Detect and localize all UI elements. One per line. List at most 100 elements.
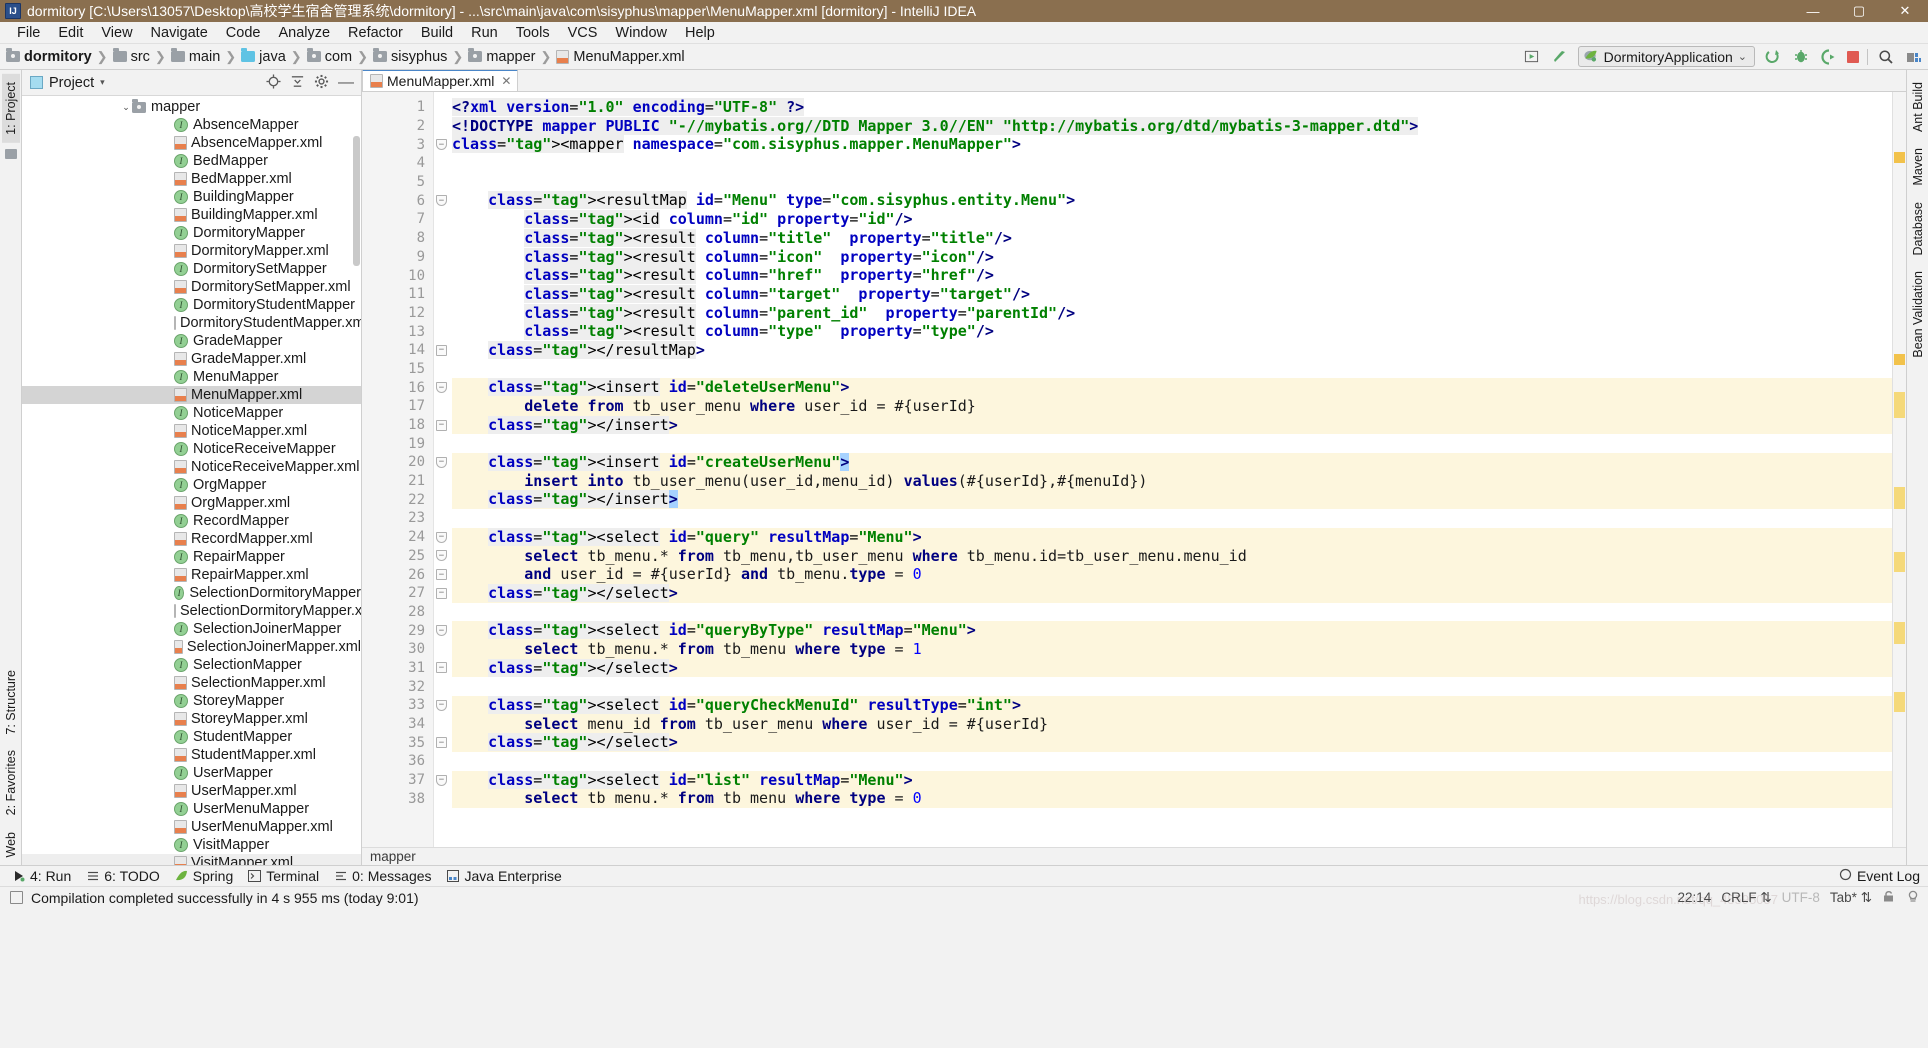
- breadcrumb-com[interactable]: com ❯: [306, 48, 373, 65]
- code-line[interactable]: select tb_menu.* from tb_menu,tb_user_me…: [452, 546, 1892, 566]
- code-line[interactable]: class="tag"></resultMap>: [452, 340, 1892, 360]
- tree-node[interactable]: I SelectionJoinerMapper: [22, 620, 361, 638]
- tree-node-selected[interactable]: MenuMapper.xml: [22, 386, 361, 404]
- code-line[interactable]: class="tag"></select>: [452, 658, 1892, 678]
- tool-tab-database[interactable]: Database: [1909, 194, 1927, 264]
- menu-item-navigate[interactable]: Navigate: [142, 24, 217, 42]
- event-log-button[interactable]: Event Log: [1839, 868, 1920, 884]
- tree-node[interactable]: SelectionJoinerMapper.xml: [22, 638, 361, 656]
- search-icon[interactable]: [1876, 47, 1896, 67]
- code-line[interactable]: class="tag"><select id="queryCheckMenuId…: [452, 696, 1892, 715]
- code-line[interactable]: class="tag"></select>: [452, 583, 1892, 603]
- tool-tab-favorites[interactable]: 2: Favorites: [2, 742, 20, 823]
- maximize-button[interactable]: ▢: [1836, 0, 1882, 22]
- folder-icon[interactable]: [4, 148, 17, 159]
- tool-tab-structure[interactable]: 7: Structure: [2, 662, 20, 743]
- tree-node[interactable]: I BedMapper: [22, 152, 361, 170]
- menu-item-edit[interactable]: Edit: [49, 24, 92, 42]
- breadcrumb-java[interactable]: java ❯: [241, 48, 307, 65]
- code-line[interactable]: [452, 509, 1892, 528]
- code-content[interactable]: <?xml version="1.0" encoding="UTF-8" ?> <…: [434, 92, 1892, 847]
- close-icon[interactable]: ✕: [501, 74, 511, 88]
- code-line[interactable]: class="tag"><id column="id" property="id…: [452, 210, 1892, 229]
- build-icon[interactable]: [1522, 47, 1542, 67]
- editor-marker-bar[interactable]: [1892, 92, 1906, 847]
- tree-node[interactable]: UserMenuMapper.xml: [22, 818, 361, 836]
- caret-position[interactable]: 22:14: [1678, 890, 1712, 905]
- tree-node[interactable]: I DormitoryStudentMapper: [22, 296, 361, 314]
- debug-icon[interactable]: [1791, 47, 1811, 67]
- stop-icon[interactable]: [1847, 50, 1859, 63]
- tool-tab-ant-build[interactable]: Ant Build: [1909, 74, 1927, 140]
- tree-node[interactable]: StudentMapper.xml: [22, 746, 361, 764]
- code-line[interactable]: class="tag"><select id="query" resultMap…: [452, 527, 1892, 547]
- tree-node[interactable]: I OrgMapper: [22, 476, 361, 494]
- code-line[interactable]: [452, 677, 1892, 696]
- menu-item-build[interactable]: Build: [412, 24, 462, 42]
- code-line[interactable]: <?xml version="1.0" encoding="UTF-8" ?>: [452, 98, 1892, 117]
- code-line[interactable]: class="tag"><select id="queryByType" res…: [452, 621, 1892, 640]
- code-line[interactable]: class="tag"></select>: [452, 733, 1892, 753]
- line-separator-selector[interactable]: CRLF ⇅: [1721, 890, 1771, 906]
- menu-item-tools[interactable]: Tools: [507, 24, 559, 42]
- code-line[interactable]: [452, 173, 1892, 192]
- code-line[interactable]: class="tag"><mapper namespace="com.sisyp…: [452, 135, 1892, 154]
- tree-node[interactable]: ⌄ mapper: [22, 98, 361, 116]
- tree-scrollbar[interactable]: [353, 136, 360, 266]
- tree-node[interactable]: OrgMapper.xml: [22, 494, 361, 512]
- code-line[interactable]: class="tag"></insert>: [452, 490, 1892, 510]
- menu-item-help[interactable]: Help: [676, 24, 724, 42]
- tree-node[interactable]: NoticeMapper.xml: [22, 422, 361, 440]
- breadcrumb-mapper[interactable]: mapper ❯: [468, 48, 556, 65]
- chevron-down-icon[interactable]: ⌄: [120, 102, 132, 113]
- code-line[interactable]: class="tag"><result column="parent_id" p…: [452, 303, 1892, 323]
- menu-item-code[interactable]: Code: [217, 24, 270, 42]
- project-file-tree[interactable]: ⌄ mapper I AbsenceMapper AbsenceMapper.xml I B…: [22, 96, 361, 865]
- run-configuration-selector[interactable]: DormitoryApplication ⌄: [1577, 46, 1755, 67]
- lock-icon[interactable]: [1882, 890, 1896, 906]
- code-line[interactable]: class="tag"><result column="icon" proper…: [452, 247, 1892, 267]
- editor-tab-menumapper-xml[interactable]: MenuMapper.xml ✕: [362, 69, 519, 91]
- layout-icon[interactable]: [1904, 47, 1924, 67]
- encoding-selector[interactable]: UTF-8: [1782, 890, 1820, 905]
- run-icon[interactable]: [1763, 47, 1783, 67]
- tree-node[interactable]: I NoticeReceiveMapper: [22, 440, 361, 458]
- tree-node[interactable]: I DormitorySetMapper: [22, 260, 361, 278]
- tool-button-java-enterprise[interactable]: Java Enterprise: [443, 868, 573, 884]
- tree-node[interactable]: RepairMapper.xml: [22, 566, 361, 584]
- tree-node[interactable]: StoreyMapper.xml: [22, 710, 361, 728]
- tree-node[interactable]: I SelectionDormitoryMapper: [22, 584, 361, 602]
- tree-node[interactable]: I VisitMapper: [22, 836, 361, 854]
- tree-node[interactable]: DormitorySetMapper.xml: [22, 278, 361, 296]
- code-line[interactable]: [452, 360, 1892, 379]
- code-line[interactable]: [452, 752, 1892, 771]
- indent-selector[interactable]: Tab* ⇅: [1830, 890, 1872, 906]
- code-line[interactable]: insert into tb_user_menu(user_id,menu_id…: [452, 471, 1892, 491]
- tool-button-run[interactable]: 4: Run: [8, 868, 82, 884]
- coverage-icon[interactable]: [1819, 47, 1839, 67]
- code-line[interactable]: select tb menu.* from tb menu where type…: [452, 789, 1892, 809]
- code-line[interactable]: class="tag"><select id="list" resultMap=…: [452, 770, 1892, 790]
- code-line[interactable]: class="tag"></insert>: [452, 415, 1892, 435]
- code-line[interactable]: select tb_menu.* from tb_menu where type…: [452, 639, 1892, 659]
- tree-node[interactable]: I DormitoryMapper: [22, 224, 361, 242]
- tree-node[interactable]: VisitMapper.xml: [22, 854, 361, 865]
- code-line[interactable]: class="tag"><insert id="deleteUserMenu">: [452, 378, 1892, 397]
- breadcrumb-main[interactable]: main ❯: [170, 48, 241, 65]
- tree-node[interactable]: DormitoryMapper.xml: [22, 242, 361, 260]
- menu-item-refactor[interactable]: Refactor: [339, 24, 412, 42]
- tree-node[interactable]: DormitoryStudentMapper.xml: [22, 314, 361, 332]
- tool-button-spring[interactable]: Spring: [171, 868, 244, 884]
- tree-node[interactable]: I StudentMapper: [22, 728, 361, 746]
- chevron-down-icon[interactable]: ▾: [100, 77, 105, 88]
- code-line[interactable]: [452, 603, 1892, 622]
- tree-node[interactable]: NoticeReceiveMapper.xml: [22, 458, 361, 476]
- breadcrumb-menumapper-xml[interactable]: MenuMapper.xml: [556, 49, 685, 65]
- collapse-all-icon[interactable]: [290, 74, 305, 91]
- code-line[interactable]: class="tag"><resultMap id="Menu" type="c…: [452, 191, 1892, 210]
- tree-node[interactable]: I SelectionMapper: [22, 656, 361, 674]
- code-line[interactable]: delete from tb_user_menu where user_id =…: [452, 397, 1892, 416]
- tree-node[interactable]: RecordMapper.xml: [22, 530, 361, 548]
- inspector-icon[interactable]: [1906, 890, 1920, 906]
- code-line[interactable]: class="tag"><insert id="createUserMenu">: [452, 453, 1892, 472]
